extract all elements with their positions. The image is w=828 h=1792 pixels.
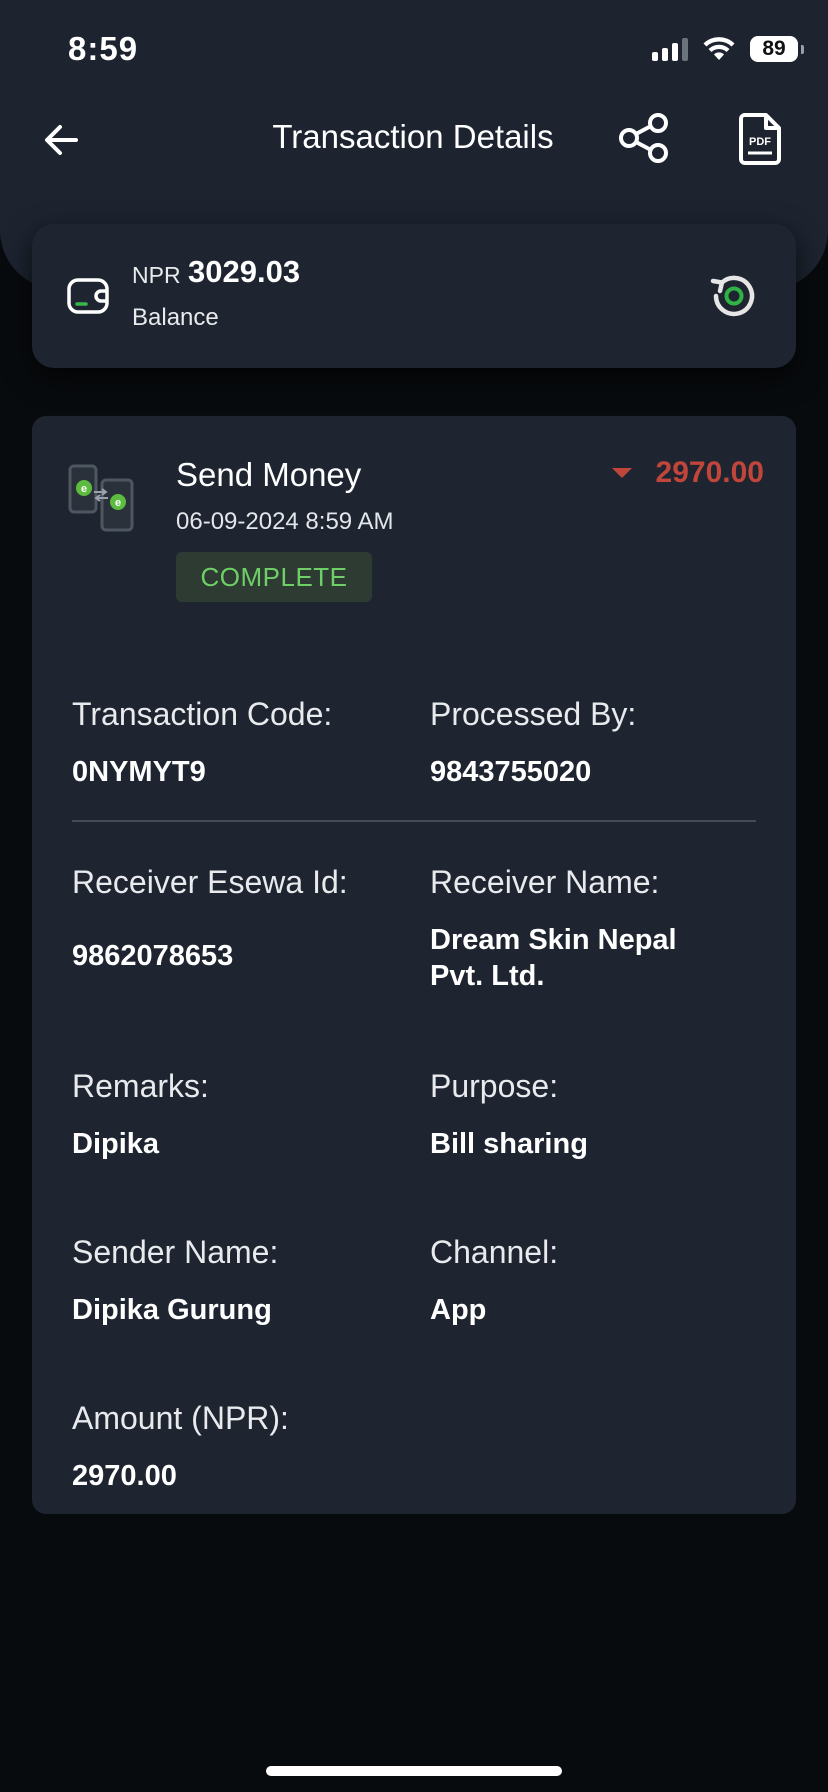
- remarks-value: Dipika: [72, 1128, 160, 1160]
- processed-by-label: Processed By:: [430, 696, 637, 732]
- sender-name-value: Dipika Gurung: [72, 1294, 272, 1326]
- processed-by-value: 9843755020: [430, 756, 592, 788]
- balance-amount: 3029.03: [188, 254, 301, 289]
- transaction-code-value: 0NYMYT9: [72, 756, 206, 788]
- receiver-name-label: Receiver Name:: [430, 864, 660, 900]
- transaction-datetime: 06-09-2024 8:59 AM: [176, 508, 394, 535]
- svg-text:e: e: [115, 497, 121, 509]
- receiver-name-line1: Dream Skin Nepal: [430, 924, 677, 956]
- receiver-id-label: Receiver Esewa Id:: [72, 864, 348, 900]
- purpose-value: Bill sharing: [430, 1128, 588, 1160]
- screen: 8:59 89 Transaction Details PDF NPR 3029…: [0, 0, 828, 1792]
- svg-text:PDF: PDF: [749, 136, 771, 148]
- send-money-icon: e e: [68, 464, 134, 532]
- amount-npr-label: Amount (NPR):: [72, 1400, 289, 1436]
- receiver-name-line2: Pvt. Ltd.: [430, 960, 545, 992]
- channel-label: Channel:: [430, 1234, 559, 1270]
- transaction-type: Send Money: [176, 456, 362, 493]
- status-time: 8:59: [68, 30, 139, 67]
- status-icons: 89: [652, 32, 804, 66]
- sender-name-label: Sender Name:: [72, 1234, 279, 1270]
- page-title: Transaction Details: [0, 118, 828, 156]
- divider: [72, 820, 756, 822]
- debit-arrow-icon: [612, 468, 632, 478]
- balance-currency: NPR: [132, 262, 181, 288]
- cellular-signal-icon: [652, 37, 688, 61]
- purpose-label: Purpose:: [430, 1068, 559, 1104]
- share-icon[interactable]: [618, 112, 670, 164]
- wallet-icon: [67, 278, 109, 314]
- balance-card: NPR 3029.03 Balance: [32, 224, 796, 368]
- transaction-amount: 2970.00: [655, 456, 764, 489]
- refresh-icon[interactable]: [706, 268, 762, 324]
- battery-indicator: 89: [750, 36, 804, 62]
- home-indicator[interactable]: [266, 1766, 562, 1776]
- pdf-icon[interactable]: PDF: [738, 112, 782, 166]
- transaction-code-label: Transaction Code:: [72, 696, 333, 732]
- wifi-icon: [703, 37, 735, 60]
- transaction-card: e e Send Money 06-09-2024 8:59 AM COMPLE…: [32, 416, 796, 1514]
- svg-text:e: e: [81, 483, 87, 495]
- amount-npr-value: 2970.00: [72, 1460, 177, 1492]
- remarks-label: Remarks:: [72, 1068, 209, 1104]
- balance-label: Balance: [132, 304, 219, 331]
- receiver-id-value: 9862078653: [72, 940, 234, 972]
- receiver-name-value: Dream Skin Nepal Pvt. Ltd.: [430, 922, 677, 994]
- channel-value: App: [430, 1294, 487, 1326]
- page-title-text: Transaction Details: [272, 118, 554, 155]
- status-badge: COMPLETE: [176, 552, 372, 602]
